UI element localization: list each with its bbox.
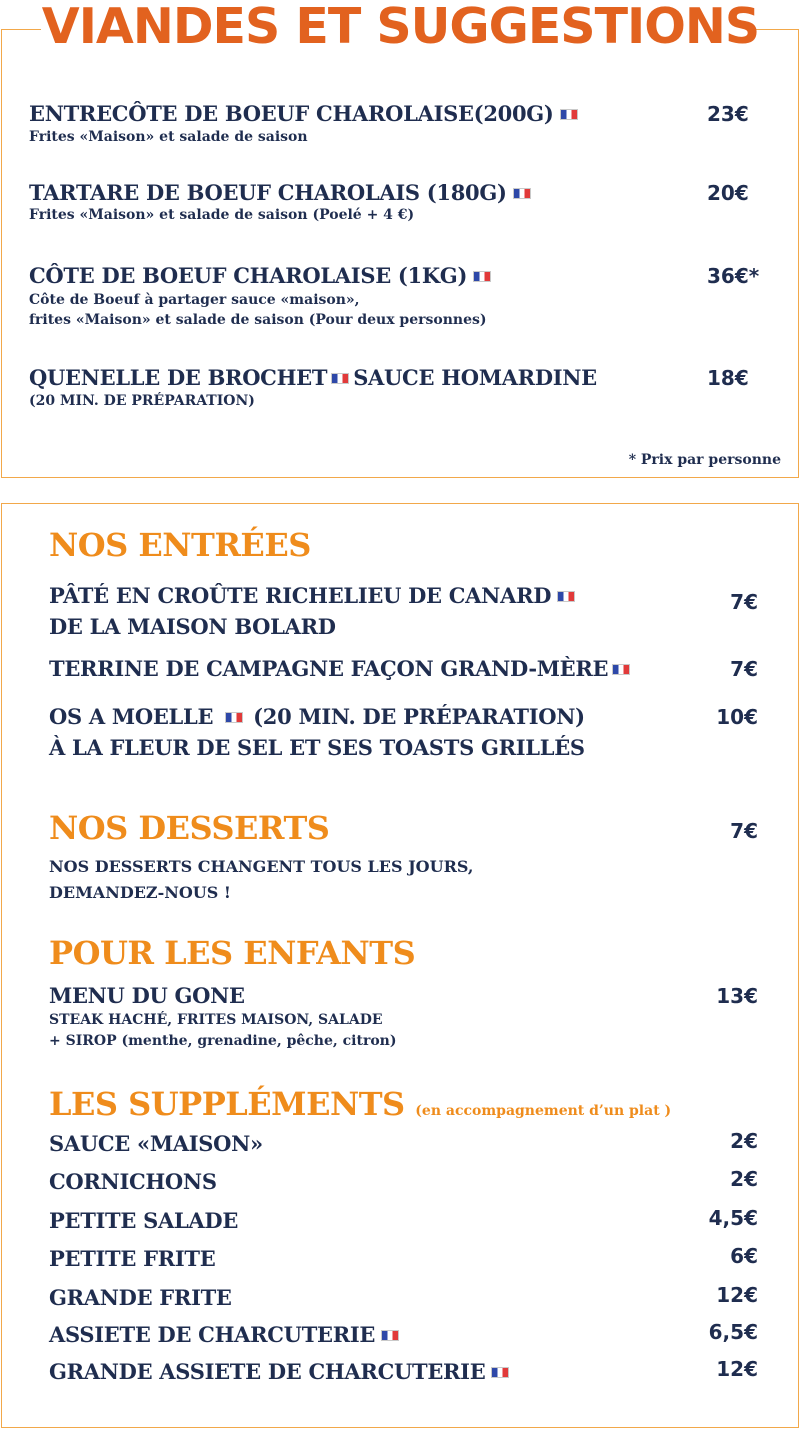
- dish-quenelle-price: 18€: [707, 366, 749, 390]
- dish-entrecote: ENTRECÔTE DE BOEUF CHAROLAISE(200G): [29, 102, 582, 126]
- french-flag-icon: [225, 711, 244, 723]
- french-flag-icon: [473, 270, 492, 282]
- supplement-petite-frite-price: 6€: [730, 1244, 758, 1268]
- dish-cote-de-boeuf: CÔTE DE BOEUF CHAROLAISE (1KG): [29, 264, 495, 288]
- entree-pate-price: 7€: [730, 590, 758, 614]
- entree-terrine: TERRINE DE CAMPAGNE FAÇON GRAND-MÈRE: [49, 657, 634, 681]
- menu-du-gone: MENU DU GONE: [49, 983, 245, 1008]
- desserts-price: 7€: [730, 819, 758, 843]
- menu-du-gone-price: 13€: [716, 984, 758, 1008]
- entree-pate-line2: DE LA MAISON BOLARD: [49, 614, 336, 639]
- entree-os-a-moelle: OS A MOELLE (20 MIN. DE PRÉPARATION): [49, 704, 585, 729]
- section-title-entrees: NOS ENTRÉES: [49, 526, 311, 564]
- french-flag-icon: [331, 372, 350, 384]
- dish-quenelle: QUENELLE DE BROCHET SAUCE HOMARDINE: [29, 365, 597, 390]
- supplement-grande-assiete-price: 12€: [716, 1357, 758, 1381]
- supplement-cornichons-price: 2€: [730, 1167, 758, 1191]
- dish-tartare: TARTARE DE BOEUF CHAROLAIS (180G): [29, 181, 535, 205]
- dish-tartare-desc: Frites «Maison» et salade de saison (Poe…: [29, 207, 415, 223]
- supplement-petite-salade-price: 4,5€: [708, 1206, 758, 1230]
- french-flag-icon: [559, 108, 578, 120]
- dish-entrecote-price: 23€: [707, 102, 749, 126]
- french-flag-icon: [491, 1366, 510, 1378]
- supplement-sauce: SAUCE «MAISON»: [49, 1131, 263, 1156]
- supplement-grande-frite: GRANDE FRITE: [49, 1285, 232, 1310]
- supplement-grande-assiete: GRANDE ASSIETE DE CHARCUTERIE: [49, 1360, 513, 1384]
- dish-cote-desc-2: frites «Maison» et salade de saison (Pou…: [29, 312, 487, 328]
- supplement-petite-frite: PETITE FRITE: [49, 1246, 216, 1271]
- menu-du-gone-line1: STEAK HACHÉ, FRITES MAISON, SALADE: [49, 1012, 383, 1028]
- section-title-supplements: LES SUPPLÉMENTS (en accompagnement d’un …: [49, 1085, 672, 1123]
- section-title-desserts: NOS DESSERTS: [49, 809, 330, 847]
- page-title: VIANDES ET SUGGESTIONS: [41, 0, 760, 55]
- supplement-sauce-price: 2€: [730, 1129, 758, 1153]
- french-flag-icon: [512, 187, 531, 199]
- supplements-note: (en accompagnement d’un plat ): [415, 1103, 672, 1119]
- entree-terrine-price: 7€: [730, 657, 758, 681]
- menu-du-gone-line2: + SIROP (menthe, grenadine, pêche, citro…: [49, 1033, 397, 1049]
- french-flag-icon: [557, 590, 576, 602]
- dish-quenelle-desc: (20 MIN. DE PRÉPARATION): [29, 393, 255, 409]
- section-title-enfants: POUR LES ENFANTS: [49, 934, 416, 972]
- dish-cote-desc-1: Côte de Boeuf à partager sauce «maison»,: [29, 292, 360, 308]
- supplement-cornichons: CORNICHONS: [49, 1169, 217, 1194]
- french-flag-icon: [381, 1329, 400, 1341]
- supplement-petite-salade: PETITE SALADE: [49, 1208, 239, 1233]
- supplement-assiete-charcuterie: ASSIETE DE CHARCUTERIE: [49, 1323, 403, 1347]
- desserts-line2: DEMANDEZ-NOUS !: [49, 883, 231, 902]
- french-flag-icon: [612, 663, 631, 675]
- supplement-grande-frite-price: 12€: [716, 1283, 758, 1307]
- dish-tartare-price: 20€: [707, 181, 749, 205]
- entree-os-price: 10€: [716, 705, 758, 729]
- entree-pate-en-croute: PÂTÉ EN CROÛTE RICHELIEU DE CANARD: [49, 584, 579, 608]
- entree-os-line2: À LA FLEUR DE SEL ET SES TOASTS GRILLÉS: [49, 735, 585, 760]
- footnote: * Prix par personne: [628, 452, 781, 468]
- desserts-line1: NOS DESSERTS CHANGENT TOUS LES JOURS,: [49, 857, 474, 876]
- supplement-assiete-price: 6,5€: [708, 1320, 758, 1344]
- dish-entrecote-desc: Frites «Maison» et salade de saison: [29, 129, 308, 145]
- dish-cote-price: 36€*: [707, 264, 760, 288]
